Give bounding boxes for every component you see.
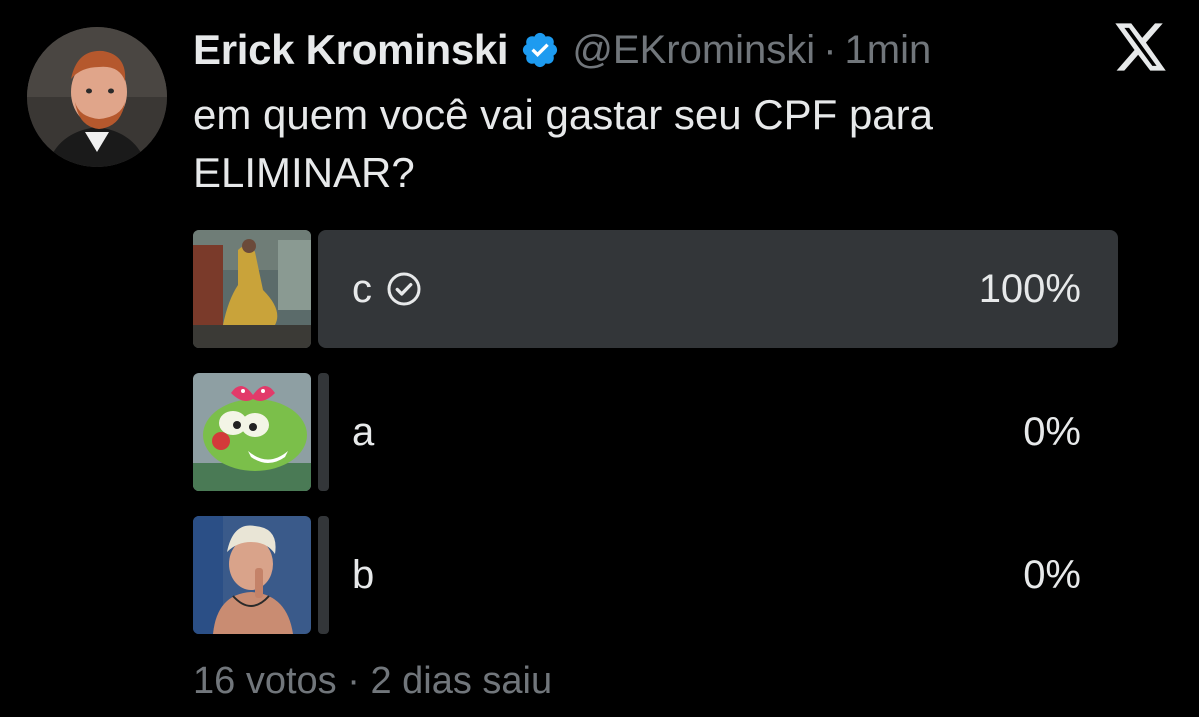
poll-option-image xyxy=(193,230,311,348)
x-logo-icon xyxy=(1114,22,1168,72)
poll-footer-separator: · xyxy=(347,660,360,702)
tweet-timestamp[interactable]: 1min xyxy=(845,28,932,73)
poll-option-text: b xyxy=(352,552,375,597)
poll-option-image xyxy=(193,516,311,634)
poll-status: 2 dias saiu xyxy=(370,660,553,702)
poll-option-b[interactable]: b 0% xyxy=(193,516,1118,634)
header-separator: · xyxy=(823,27,837,72)
poll-result-bar xyxy=(318,373,329,491)
author-avatar[interactable] xyxy=(27,27,167,167)
poll-option-text: c xyxy=(352,266,372,311)
tweet-text: em quem você vai gastar seu CPF para ELI… xyxy=(193,91,934,196)
tweet-header: Erick Krominski @EKrominski · 1min xyxy=(193,22,931,78)
poll-vote-count: 16 votos xyxy=(193,660,337,702)
poll-option-image xyxy=(193,373,311,491)
poll-option-text: a xyxy=(352,409,375,454)
poll-option-percent: 0% xyxy=(1023,409,1081,454)
verified-badge-icon xyxy=(520,30,560,70)
poll-option-percent: 100% xyxy=(978,266,1081,311)
poll-option-a[interactable]: a 0% xyxy=(193,373,1118,491)
avatar-image xyxy=(27,27,167,167)
poll-option-percent: 0% xyxy=(1023,552,1081,597)
poll-option-c[interactable]: c 100% xyxy=(193,230,1118,348)
author-name[interactable]: Erick Krominski xyxy=(193,26,509,74)
poll-option-label: a xyxy=(352,373,374,491)
poll-footer: 16 votos · 2 dias saiu xyxy=(193,660,552,703)
poll-result-bar xyxy=(318,516,329,634)
author-handle[interactable]: @EKrominski xyxy=(572,28,815,73)
check-circle-icon xyxy=(386,271,422,307)
poll-option-label: c xyxy=(352,230,422,348)
poll-option-label: b xyxy=(352,516,374,634)
